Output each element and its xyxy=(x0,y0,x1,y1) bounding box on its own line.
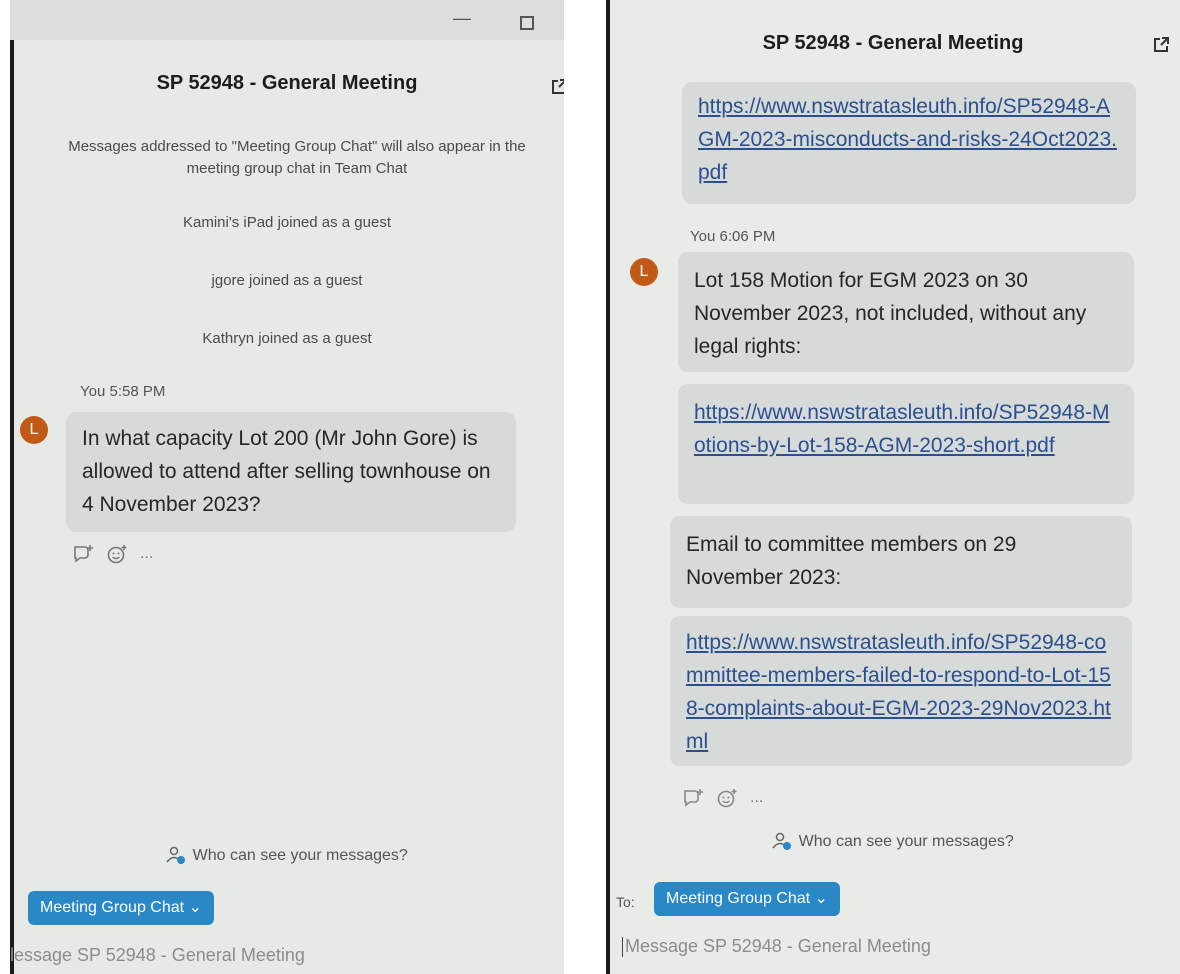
window-titlebar: — xyxy=(10,0,564,40)
message-text: In what capacity Lot 200 (Mr John Gore) … xyxy=(82,427,491,516)
window-edge xyxy=(606,0,610,974)
popout-icon[interactable] xyxy=(1152,36,1170,54)
avatar[interactable]: L xyxy=(630,258,658,286)
message-text: Lot 158 Motion for EGM 2023 on 30 Novemb… xyxy=(694,269,1087,358)
recipient-label: Meeting Group Chat xyxy=(40,899,185,916)
join-notice: Kamini's iPad joined as a guest xyxy=(183,214,391,231)
recipient-label: Meeting Group Chat xyxy=(666,890,811,907)
document-link[interactable]: https://www.nswstratasleuth.info/SP52948… xyxy=(698,90,1120,189)
emoji-icon[interactable] xyxy=(716,788,738,808)
message-actions: ... xyxy=(72,544,153,564)
message-bubble[interactable]: Email to committee members on 29 Novembe… xyxy=(670,516,1132,608)
message-bubble[interactable]: In what capacity Lot 200 (Mr John Gore) … xyxy=(66,412,516,532)
message-sender-time: You 6:06 PM xyxy=(690,228,776,245)
right-chat-panel: SP 52948 - General Meeting https://www.n… xyxy=(606,0,1180,974)
more-icon[interactable]: ... xyxy=(750,789,763,807)
link-bubble: https://www.nswstratasleuth.info/SP52948… xyxy=(682,82,1136,204)
document-link[interactable]: https://www.nswstratasleuth.info/SP52948… xyxy=(686,626,1116,758)
people-visibility-icon xyxy=(772,832,792,850)
group-chat-notice: Messages addressed to "Meeting Group Cha… xyxy=(68,138,526,177)
message-input[interactable]: Message SP 52948 - General Meeting xyxy=(622,936,931,958)
avatar[interactable]: L xyxy=(20,416,48,444)
maximize-icon[interactable] xyxy=(520,16,534,30)
chat-title: SP 52948 - General Meeting xyxy=(762,32,1024,54)
minimize-icon[interactable]: — xyxy=(452,8,472,28)
message-input[interactable]: lessage SP 52948 - General Meeting xyxy=(10,945,305,966)
privacy-notice-text: Who can see your messages? xyxy=(798,833,1014,851)
link-bubble: https://www.nswstratasleuth.info/SP52948… xyxy=(678,384,1134,504)
chat-title: SP 52948 - General Meeting xyxy=(156,72,418,94)
message-text: Email to committee members on 29 Novembe… xyxy=(686,533,1017,589)
more-icon[interactable]: ... xyxy=(140,545,153,563)
privacy-notice[interactable]: Who can see your messages? xyxy=(606,832,1180,852)
text-cursor xyxy=(622,937,623,958)
to-label: To: xyxy=(616,894,635,910)
document-link[interactable]: https://www.nswstratasleuth.info/SP52948… xyxy=(694,396,1118,462)
message-sender-time: You 5:58 PM xyxy=(80,383,166,400)
recipient-selector-button[interactable]: Meeting Group Chat ⌄ xyxy=(28,891,214,925)
join-notice: Kathryn joined as a guest xyxy=(202,330,372,347)
message-bubble[interactable]: Lot 158 Motion for EGM 2023 on 30 Novemb… xyxy=(678,252,1134,372)
privacy-notice[interactable]: Who can see your messages? xyxy=(10,846,564,866)
popout-icon[interactable] xyxy=(550,78,564,96)
left-chat-panel: — SP 52948 - General Meeting Messages ad… xyxy=(10,0,564,974)
chevron-down-icon: ⌄ xyxy=(814,890,828,907)
join-notice: jgore joined as a guest xyxy=(211,272,363,289)
message-actions: ... xyxy=(682,788,763,808)
reply-icon[interactable] xyxy=(72,544,94,564)
link-bubble: https://www.nswstratasleuth.info/SP52948… xyxy=(670,616,1132,766)
chevron-down-icon: ⌄ xyxy=(188,899,202,916)
message-placeholder: Message SP 52948 - General Meeting xyxy=(625,936,931,956)
recipient-selector-button[interactable]: Meeting Group Chat ⌄ xyxy=(654,882,840,916)
reply-icon[interactable] xyxy=(682,788,704,808)
people-visibility-icon xyxy=(166,846,186,864)
privacy-notice-text: Who can see your messages? xyxy=(192,847,408,865)
emoji-icon[interactable] xyxy=(106,544,128,564)
